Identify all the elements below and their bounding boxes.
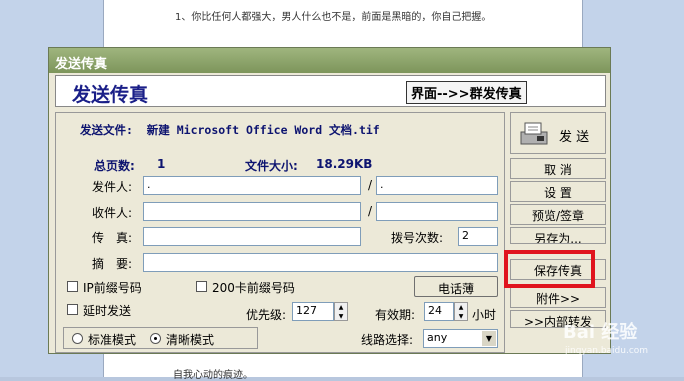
preview-sign-button[interactable]: 预览/签章 [510, 204, 606, 225]
valid-period-label: 有效期: [375, 308, 416, 322]
priority-field[interactable]: 127 [292, 302, 334, 321]
delay-send-label: 延时发送 [83, 304, 132, 318]
priority-spinner[interactable]: ▲ ▼ [334, 302, 348, 321]
settings-button[interactable]: 设 置 [510, 181, 606, 202]
size-value: 18.29KB [316, 157, 373, 171]
file-name: 新建 Microsoft Office Word 文档.tif [146, 123, 380, 137]
priority-label: 优先级: [246, 308, 287, 322]
file-label: 发送文件: [80, 123, 133, 137]
file-line: 发送文件: 新建 Microsoft Office Word 文档.tif [80, 122, 380, 138]
dialog-header: 发送传真 界面-->>群发传真 [55, 75, 606, 107]
valid-period-spinner[interactable]: ▲ ▼ [454, 302, 468, 321]
send-fax-dialog: 发送传真 发送传真 界面-->>群发传真 发送文件: 新建 Microsoft … [48, 47, 611, 354]
recipient-fax-field[interactable] [376, 202, 498, 221]
fax-number-field[interactable] [143, 227, 361, 246]
line-select-label: 线路选择: [361, 333, 414, 347]
window-title: 发送传真 [49, 48, 610, 73]
document-text-top: 1、你比任何人都强大，男人什么也不是，前面是黑暗的，你自己把握。 [175, 12, 492, 23]
attachment-button[interactable]: 附件>> [510, 287, 606, 308]
size-label: 文件大小: [245, 159, 298, 173]
recipient-separator: / [368, 204, 373, 218]
summary-field[interactable] [143, 253, 498, 272]
fax-label: 传 真: [92, 231, 133, 245]
standard-mode-label: 标准模式 [88, 333, 137, 347]
clear-mode-radio[interactable] [150, 333, 161, 344]
send-label: 发 送 [559, 130, 590, 145]
send-button[interactable]: 发 送 [510, 112, 606, 154]
redial-field[interactable]: 2 [458, 227, 498, 246]
line-select-dropdown[interactable]: any ▼ [423, 329, 498, 348]
standard-mode-radio[interactable] [72, 333, 83, 344]
pages-label: 总页数: [94, 159, 135, 173]
clear-mode-label: 清晰模式 [166, 333, 215, 347]
group-fax-link[interactable]: 界面-->>群发传真 [406, 81, 527, 104]
valid-period-field[interactable]: 24 [424, 302, 454, 321]
header-title: 发送传真 [72, 84, 149, 106]
cancel-button[interactable]: 取 消 [510, 158, 606, 179]
pages-value: 1 [157, 157, 166, 171]
line-select-value: any [427, 331, 448, 344]
redial-label: 拨号次数: [391, 231, 444, 245]
mode-group: 标准模式 清晰模式 [63, 327, 258, 349]
delay-send-checkbox[interactable] [67, 304, 78, 315]
card-prefix-checkbox[interactable] [196, 281, 207, 292]
sender-fax-field[interactable]: . [376, 176, 498, 195]
sender-label: 发件人: [92, 180, 133, 194]
chevron-down-icon[interactable]: ▼ [482, 331, 496, 346]
highlight-box [504, 250, 595, 288]
watermark-logo: Bai 经验 [563, 322, 638, 343]
ip-prefix-label: IP前缀号码 [83, 281, 142, 295]
summary-label: 摘 要: [92, 257, 133, 271]
sender-name-field[interactable]: . [143, 176, 361, 195]
fax-machine-icon [520, 122, 548, 145]
ip-prefix-checkbox[interactable] [67, 281, 78, 292]
recipient-label: 收件人: [92, 206, 133, 220]
phonebook-button[interactable]: 电话薄 [414, 276, 498, 297]
fax-form-panel: 发送文件: 新建 Microsoft Office Word 文档.tif 总页… [55, 112, 505, 353]
save-as-button[interactable]: 另存为... [510, 227, 606, 244]
sender-separator: / [368, 178, 373, 192]
valid-unit-label: 小时 [472, 308, 497, 322]
document-text-bottom: 自我心动的痕迹。 [173, 370, 253, 381]
watermark-url: jingyan.baidu.com [565, 346, 649, 356]
action-buttons: 发 送 取 消 设 置 预览/签章 另存为... 保存传真 附件>> >>内部转… [510, 112, 606, 353]
card-prefix-label: 200卡前缀号码 [212, 281, 295, 295]
recipient-name-field[interactable] [143, 202, 361, 221]
